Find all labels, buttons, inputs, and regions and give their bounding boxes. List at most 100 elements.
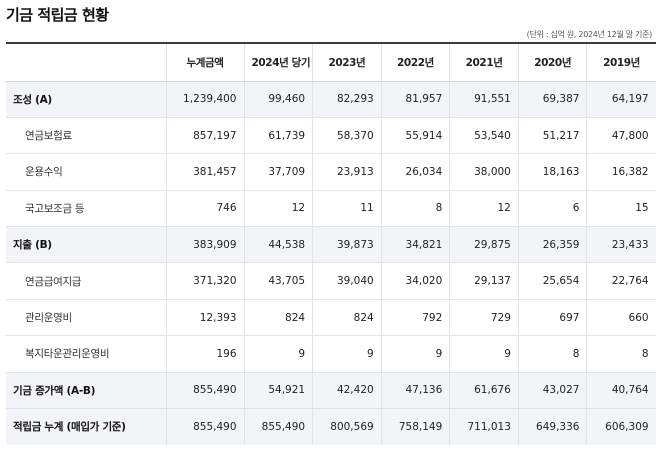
table-row-state-subsidy: 국고보조금 등 746 12 11 8 12 6 15: [6, 190, 656, 228]
table-cell: 25,654: [517, 262, 587, 300]
table-cell: 792: [380, 299, 450, 337]
table-cell: 54,921: [243, 372, 313, 410]
table-cell: 34,020: [380, 262, 450, 300]
table-cell: 855,490: [165, 372, 244, 410]
table-cell: 39,873: [312, 226, 382, 264]
header-cell-2024: 2024년 당기: [243, 42, 313, 82]
row-label: 연금급여지급: [6, 262, 166, 300]
table-cell: 383,909: [165, 226, 244, 264]
row-label: 기금 증가액 (A-B): [6, 372, 166, 410]
row-label: 지출 (B): [6, 226, 166, 264]
table-cell: 61,676: [449, 372, 519, 410]
table-cell: 43,705: [243, 262, 313, 300]
table-cell: 746: [165, 190, 244, 228]
fund-reserve-table: 누계금액 2024년 당기 2023년 2022년 2021년 2020년 20…: [6, 42, 656, 445]
table-cell: 649,336: [517, 408, 587, 445]
table-cell: 58,370: [312, 117, 382, 155]
row-label: 국고보조금 등: [6, 190, 166, 228]
table-cell: 99,460: [243, 81, 313, 118]
table-cell: 1,239,400: [165, 81, 244, 118]
table-cell: 64,197: [586, 81, 656, 118]
table-cell: 15: [586, 190, 656, 228]
table-cell: 9: [243, 335, 313, 373]
table-cell: 758,149: [380, 408, 450, 445]
header-cell-cumulative: 누계금액: [165, 42, 244, 82]
table-cell: 69,387: [517, 81, 587, 118]
unit-note: (단위 : 십억 원, 2024년 12월 말 기준): [526, 30, 653, 39]
table-cell: 660: [586, 299, 656, 337]
table-cell: 371,320: [165, 262, 244, 300]
table-cell: 196: [165, 335, 244, 373]
table-cell: 824: [243, 299, 313, 337]
table-cell: 606,309: [586, 408, 656, 445]
table-cell: 9: [449, 335, 519, 373]
table-cell: 53,540: [449, 117, 519, 155]
table-row-accumulated-reserve: 적립금 누계 (매입가 기준) 855,490 855,490 800,569 …: [6, 408, 656, 445]
table-row-benefit-payments: 연금급여지급 371,320 43,705 39,040 34,020 29,1…: [6, 262, 656, 300]
table-cell: 12: [243, 190, 313, 228]
table-cell: 8: [380, 190, 450, 228]
table-cell: 18,163: [517, 153, 587, 191]
header-cell-2023: 2023년: [312, 42, 382, 82]
table-cell: 22,764: [586, 262, 656, 300]
table-cell: 8: [586, 335, 656, 373]
table-cell: 824: [312, 299, 382, 337]
table-cell: 729: [449, 299, 519, 337]
row-label: 운용수익: [6, 153, 166, 191]
table-cell: 91,551: [449, 81, 519, 118]
row-label: 적립금 누계 (매입가 기준): [6, 408, 166, 445]
table-cell: 800,569: [312, 408, 382, 445]
table-cell: 51,217: [517, 117, 587, 155]
table-cell: 6: [517, 190, 587, 228]
table-cell: 29,137: [449, 262, 519, 300]
table-cell: 34,821: [380, 226, 450, 264]
table-cell: 855,490: [243, 408, 313, 445]
header-cell-2022: 2022년: [380, 42, 450, 82]
table-row-welfare-town-costs: 복지타운관리운영비 196 9 9 9 9 8 8: [6, 335, 656, 373]
table-cell: 29,875: [449, 226, 519, 264]
table-cell: 9: [380, 335, 450, 373]
table-cell: 697: [517, 299, 587, 337]
table-cell: 44,538: [243, 226, 313, 264]
table-cell: 55,914: [380, 117, 450, 155]
table-row-contributions: 연금보험료 857,197 61,739 58,370 55,914 53,54…: [6, 117, 656, 155]
table-cell: 23,433: [586, 226, 656, 264]
table-cell: 9: [312, 335, 382, 373]
table-cell: 38,000: [449, 153, 519, 191]
table-cell: 711,013: [449, 408, 519, 445]
table-cell: 40,764: [586, 372, 656, 410]
table-cell: 23,913: [312, 153, 382, 191]
table-cell: 26,359: [517, 226, 587, 264]
row-label: 복지타운관리운영비: [6, 335, 166, 373]
table-cell: 42,420: [312, 372, 382, 410]
table-row-admin-costs: 관리운영비 12,393 824 824 792 729 697 660: [6, 299, 656, 337]
table-cell: 855,490: [165, 408, 244, 445]
table-cell: 47,136: [380, 372, 450, 410]
row-label: 조성 (A): [6, 81, 166, 118]
page-title: 기금 적립금 현황: [6, 6, 109, 24]
table-cell: 11: [312, 190, 382, 228]
table-cell: 381,457: [165, 153, 244, 191]
table-cell: 26,034: [380, 153, 450, 191]
table-row-expenditure: 지출 (B) 383,909 44,538 39,873 34,821 29,8…: [6, 226, 656, 264]
table-cell: 82,293: [312, 81, 382, 118]
table-cell: 37,709: [243, 153, 313, 191]
table-header-row: 누계금액 2024년 당기 2023년 2022년 2021년 2020년 20…: [6, 42, 656, 82]
header-cell-2019: 2019년: [586, 42, 656, 82]
table-cell: 16,382: [586, 153, 656, 191]
row-label: 관리운영비: [6, 299, 166, 337]
header-cell-2021: 2021년: [449, 42, 519, 82]
table-cell: 8: [517, 335, 587, 373]
table-row-fund-increase: 기금 증가액 (A-B) 855,490 54,921 42,420 47,13…: [6, 372, 656, 410]
table-cell: 43,027: [517, 372, 587, 410]
table-row-funding: 조성 (A) 1,239,400 99,460 82,293 81,957 91…: [6, 81, 656, 118]
table-row-investment-income: 운용수익 381,457 37,709 23,913 26,034 38,000…: [6, 153, 656, 191]
row-label: 연금보험료: [6, 117, 166, 155]
table-cell: 12,393: [165, 299, 244, 337]
table-cell: 81,957: [380, 81, 450, 118]
header-cell-2020: 2020년: [517, 42, 587, 82]
table-cell: 857,197: [165, 117, 244, 155]
table-cell: 61,739: [243, 117, 313, 155]
table-cell: 47,800: [586, 117, 656, 155]
header-cell-label: [6, 42, 166, 82]
